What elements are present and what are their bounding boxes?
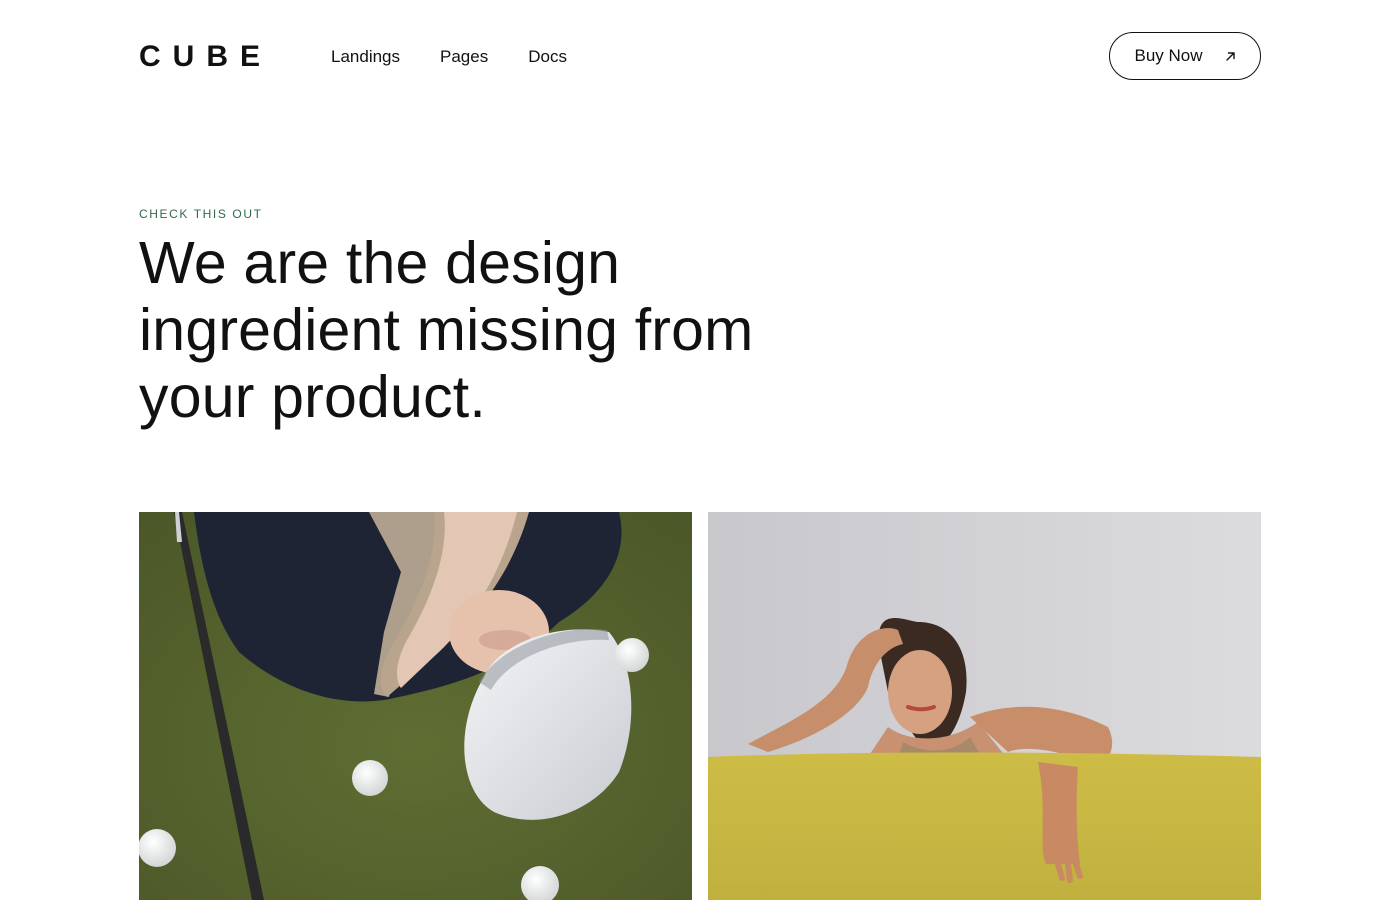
arrow-up-right-icon [1225,51,1236,62]
gallery-image-sofa [708,512,1261,900]
page: CUBE Landings Pages Docs Buy Now CHECK T… [0,0,1400,900]
site-header: CUBE Landings Pages Docs Buy Now [139,32,1261,82]
headline-line-3: your product. [139,364,486,430]
eyebrow-label: CHECK THIS OUT [139,207,263,221]
headline-line-2: ingredient missing from [139,297,754,363]
gallery-image-golf [139,512,692,900]
hero-headline: We are the design ingredient missing fro… [139,230,839,431]
buy-now-label: Buy Now [1134,46,1203,65]
headline-line-1: We are the design [139,230,621,296]
nav-pages[interactable]: Pages [440,47,488,67]
nav-docs[interactable]: Docs [528,47,567,67]
buy-now-button[interactable]: Buy Now [1109,32,1261,80]
logo[interactable]: CUBE [139,40,272,74]
main-nav: Landings Pages Docs [331,47,567,67]
nav-landings[interactable]: Landings [331,47,400,67]
